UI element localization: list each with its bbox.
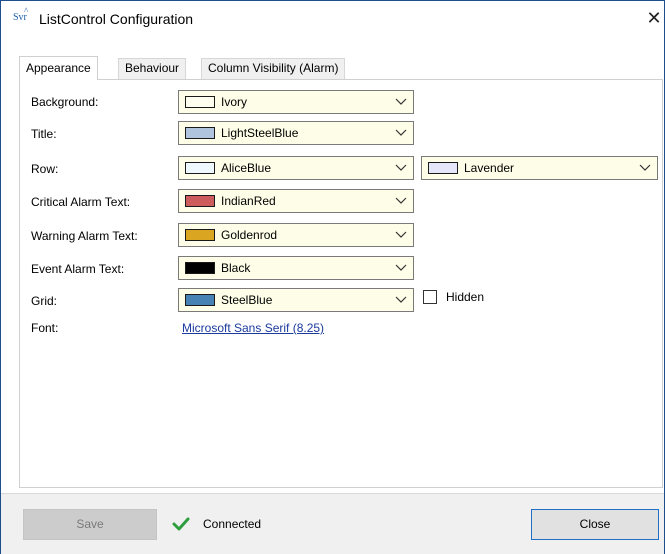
chevron-down-icon <box>395 296 407 303</box>
title-bar[interactable]: Svr ^ ListControl Configuration ✕ <box>1 1 664 37</box>
close-icon[interactable]: ✕ <box>645 7 663 29</box>
grid-hidden-checkbox[interactable] <box>423 290 437 304</box>
connection-status: Connected <box>203 517 262 531</box>
title-value: LightSteelBlue <box>221 126 299 140</box>
chevron-down-icon <box>639 164 651 171</box>
checkmark-icon <box>172 517 190 531</box>
event-value: Black <box>221 261 251 275</box>
background-color-select[interactable]: Ivory <box>178 90 414 114</box>
chevron-down-icon <box>395 264 407 271</box>
row-color-select[interactable]: AliceBlue <box>178 156 414 180</box>
tab-column-visibility[interactable]: Column Visibility (Alarm) <box>201 58 346 79</box>
row-swatch <box>185 162 215 174</box>
grid-color-select[interactable]: SteelBlue <box>178 288 414 312</box>
background-swatch <box>185 96 215 108</box>
chevron-down-icon <box>395 164 407 171</box>
critical-alarm-color-select[interactable]: IndianRed <box>178 189 414 213</box>
background-value: Ivory <box>221 95 248 109</box>
font-link[interactable]: Microsoft Sans Serif (8.25) <box>182 321 324 335</box>
chevron-down-icon <box>395 231 407 238</box>
window-title: ListControl Configuration <box>39 11 194 27</box>
font-label: Font: <box>31 321 59 335</box>
close-button[interactable]: Close <box>531 509 659 540</box>
event-swatch <box>185 262 215 274</box>
row-value: AliceBlue <box>221 161 272 175</box>
tab-appearance[interactable]: Appearance <box>19 56 98 80</box>
chevron-down-icon <box>395 98 407 105</box>
save-button[interactable]: Save <box>23 509 157 540</box>
event-alarm-color-select[interactable]: Black <box>178 256 414 280</box>
dialog-window: Svr ^ ListControl Configuration ✕ Appeara… <box>0 0 665 554</box>
grid-label: Grid: <box>31 294 58 308</box>
background-label: Background: <box>31 95 99 109</box>
row-alt-value: Lavender <box>464 161 515 175</box>
row-alt-color-select[interactable]: Lavender <box>421 156 658 180</box>
chevron-down-icon <box>395 197 407 204</box>
warning-alarm-color-select[interactable]: Goldenrod <box>178 223 414 247</box>
grid-value: SteelBlue <box>221 293 273 307</box>
title-swatch <box>185 127 215 139</box>
warning-alarm-label: Warning Alarm Text: <box>31 229 138 243</box>
warning-swatch <box>185 229 215 241</box>
warning-value: Goldenrod <box>221 228 278 242</box>
row-alt-swatch <box>428 162 458 174</box>
grid-hidden-label[interactable]: Hidden <box>446 290 484 304</box>
app-icon: Svr ^ <box>13 6 33 27</box>
chevron-down-icon <box>395 129 407 136</box>
critical-value: IndianRed <box>221 194 276 208</box>
app-icon-caret: ^ <box>24 6 29 16</box>
row-label: Row: <box>31 162 59 176</box>
event-alarm-label: Event Alarm Text: <box>31 262 125 276</box>
critical-swatch <box>185 195 215 207</box>
grid-swatch <box>185 294 215 306</box>
critical-alarm-label: Critical Alarm Text: <box>31 195 131 209</box>
title-color-select[interactable]: LightSteelBlue <box>178 121 414 145</box>
title-label: Title: <box>31 127 57 141</box>
tab-behaviour[interactable]: Behaviour <box>118 58 187 79</box>
